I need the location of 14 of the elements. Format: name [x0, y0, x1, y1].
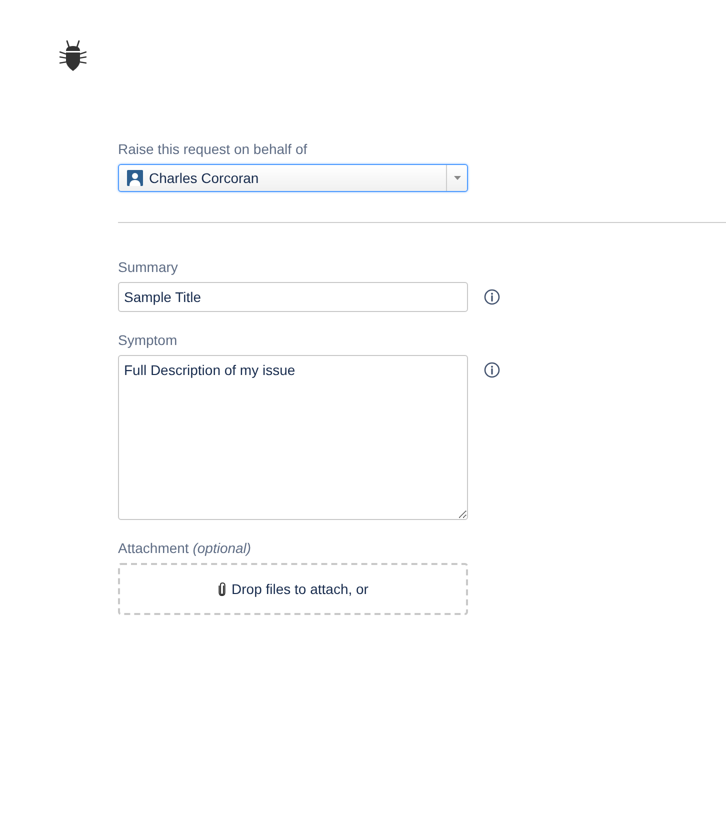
user-avatar-icon — [127, 170, 143, 186]
user-select[interactable]: Charles Corcoran — [118, 164, 468, 192]
field-label: Attachment (optional) — [118, 539, 252, 557]
info-icon[interactable] — [484, 362, 500, 378]
summary-input[interactable]: Sample Title — [118, 282, 468, 312]
info-icon[interactable] — [484, 289, 500, 305]
bug-icon — [59, 40, 87, 71]
caret-icon — [454, 176, 460, 180]
field-label: Raise this request on behalf of — [118, 140, 308, 158]
file-drop-zone[interactable]: Drop files to attach, or — [118, 563, 468, 615]
description-textarea[interactable]: Full Description of my issue — [118, 355, 468, 520]
field-label: Symptom — [118, 331, 178, 349]
paperclip-icon — [218, 582, 226, 596]
field-label: Summary — [118, 258, 178, 276]
